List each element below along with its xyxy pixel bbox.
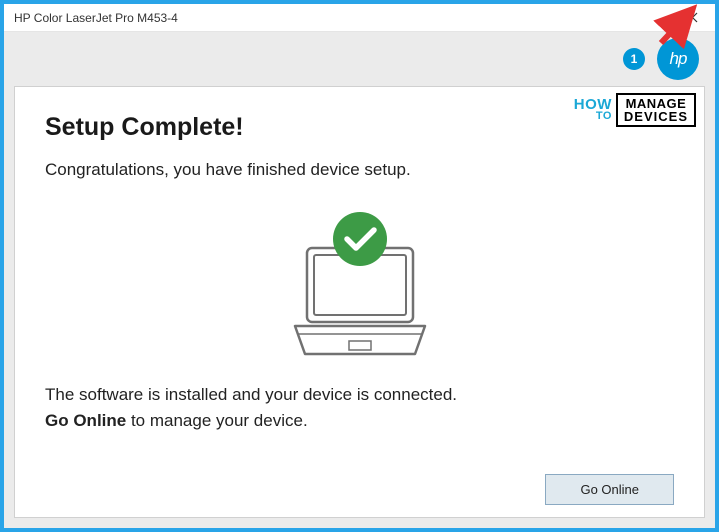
close-button[interactable]	[677, 6, 707, 30]
window-title: HP Color LaserJet Pro M453-4	[14, 11, 677, 25]
installer-window: HP Color LaserJet Pro M453-4 1 hp HOW TO…	[4, 4, 715, 528]
main-panel: HOW TO MANAGE DEVICES Setup Complete! Co…	[14, 86, 705, 518]
footer: Go Online	[45, 464, 674, 505]
go-online-button[interactable]: Go Online	[545, 474, 674, 505]
header-band: 1 hp	[4, 32, 715, 86]
hp-logo-icon: hp	[657, 38, 699, 80]
content-area: HOW TO MANAGE DEVICES Setup Complete! Co…	[4, 86, 715, 528]
status-text: The software is installed and your devic…	[45, 382, 674, 433]
laptop-illustration	[45, 204, 674, 364]
watermark: HOW TO MANAGE DEVICES	[574, 93, 696, 127]
watermark-howto: HOW TO	[574, 99, 612, 121]
step-badge: 1	[623, 48, 645, 70]
watermark-box: MANAGE DEVICES	[616, 93, 696, 127]
status-line-2: Go Online to manage your device.	[45, 408, 674, 434]
status-line-1: The software is installed and your devic…	[45, 382, 674, 408]
titlebar: HP Color LaserJet Pro M453-4	[4, 4, 715, 32]
page-subtitle: Congratulations, you have finished devic…	[45, 160, 674, 180]
laptop-checkmark-icon	[275, 204, 445, 364]
close-icon	[687, 12, 698, 23]
